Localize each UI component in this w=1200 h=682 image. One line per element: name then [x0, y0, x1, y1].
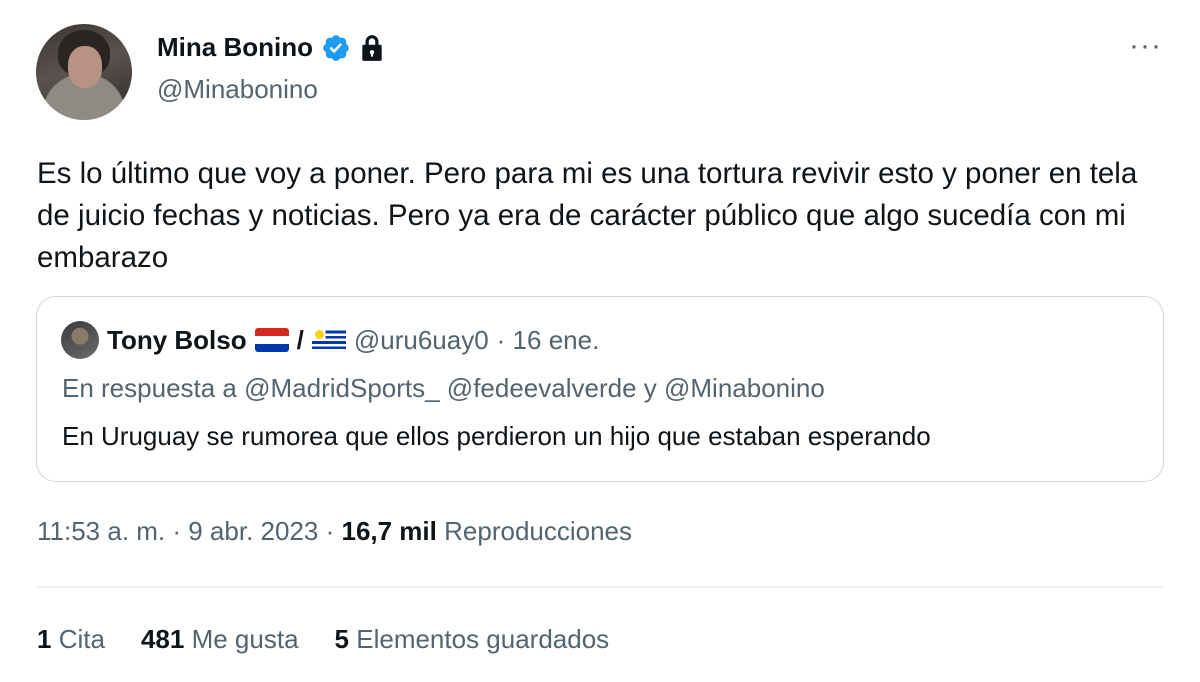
quoted-text: En Uruguay se rumorea que ellos perdiero… [62, 421, 931, 451]
avatar-face [68, 46, 102, 88]
views-count: 16,7 mil [341, 516, 437, 546]
verified-badge-icon [323, 34, 349, 61]
bookmarks-stat[interactable]: 5 Elementos guardados [335, 624, 610, 655]
author-name-row: Mina Bonino [157, 32, 385, 63]
quotes-label: Cita [58, 624, 105, 654]
bookmarks-count: 5 [334, 624, 349, 654]
author-handle[interactable]: @Minabonino [157, 74, 318, 105]
quoted-tweet[interactable]: Tony Bolso / @uru6uay0 · 16 ene. En resp… [36, 296, 1164, 482]
quoted-handle[interactable]: @uru6uay0 [354, 325, 489, 356]
uruguay-flag-icon [311, 328, 346, 352]
engagement-stats: 1 Cita 481 Me gusta 5 Elementos guardado… [37, 624, 609, 655]
likes-count: 481 [140, 624, 185, 654]
divider [36, 586, 1164, 588]
quoted-header: Tony Bolso / @uru6uay0 · 16 ene. [61, 321, 599, 359]
likes-stat[interactable]: 481 Me gusta [141, 624, 299, 655]
author-avatar[interactable] [36, 24, 132, 120]
timestamp-time[interactable]: 11:53 a. m. · 9 abr. 2023 · [37, 516, 341, 546]
quotes-count: 1 [37, 624, 52, 654]
quotes-stat[interactable]: 1 Cita [37, 624, 105, 655]
tweet-text: Es lo último que voy a poner. Pero para … [37, 157, 1138, 274]
quoted-reply-to: En respuesta a @MadridSports_ @fedeevalv… [62, 373, 825, 403]
more-options-icon[interactable]: ··· [1129, 31, 1162, 61]
likes-label: Me gusta [191, 624, 299, 654]
lock-icon [362, 34, 382, 61]
quoted-avatar[interactable] [61, 321, 99, 359]
quoted-date: · 16 ene. [496, 324, 600, 355]
tweet-timestamp: 11:53 a. m. · 9 abr. 2023 · 16,7 mil Rep… [37, 516, 632, 547]
author-name[interactable]: Mina Bonino [157, 32, 313, 63]
views-label: Reproducciones [444, 516, 633, 546]
bookmarks-label: Elementos guardados [356, 624, 610, 654]
paraguay-flag-icon [254, 328, 289, 352]
name-separator: / [296, 324, 304, 355]
quoted-author-name[interactable]: Tony Bolso [107, 325, 247, 356]
